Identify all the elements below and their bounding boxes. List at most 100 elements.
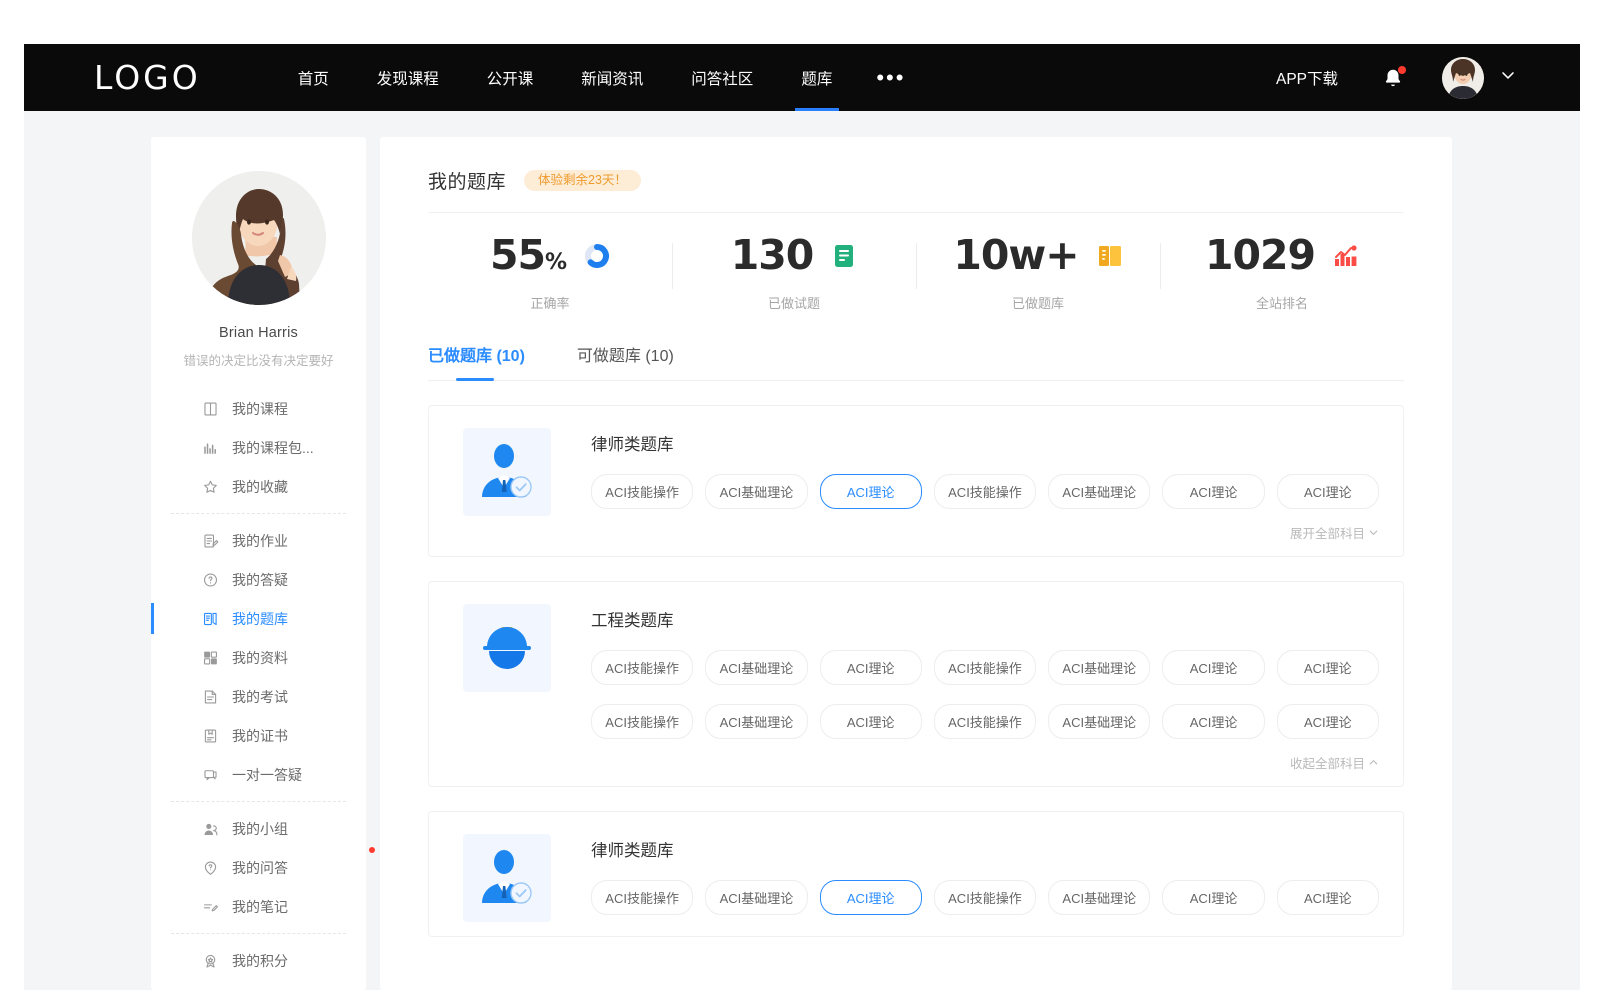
stat-number: 55 xyxy=(490,231,545,279)
card-body: 律师类题库ACI技能操作ACI基础理论ACI理论ACI技能操作ACI基础理论AC… xyxy=(591,834,1379,922)
card-thumbnail xyxy=(463,834,551,922)
question-bank-card[interactable]: 律师类题库ACI技能操作ACI基础理论ACI理论ACI技能操作ACI基础理论AC… xyxy=(428,811,1404,937)
exam-paper-icon xyxy=(202,688,219,706)
homework-icon xyxy=(202,532,219,549)
subject-tag[interactable]: ACI理论 xyxy=(1162,880,1264,915)
subject-tag[interactable]: ACI理论 xyxy=(1162,650,1264,685)
subject-tag[interactable]: ACI技能操作 xyxy=(591,704,693,739)
subject-tag[interactable]: ACI理论 xyxy=(1277,880,1379,915)
subject-tag[interactable]: ACI技能操作 xyxy=(934,704,1036,739)
yellow-book-icon xyxy=(1097,244,1123,268)
subject-tag[interactable]: ACI理论 xyxy=(1162,704,1264,739)
card-title: 律师类题库 xyxy=(591,837,1379,861)
question-circle-icon xyxy=(202,571,219,589)
sidebar-item-9[interactable]: 一对一答疑 xyxy=(151,755,366,794)
documents-icon xyxy=(202,649,219,667)
subject-tag[interactable]: ACI理论 xyxy=(820,650,922,685)
sidebar-item-label: 一对一答疑 xyxy=(232,765,302,785)
stat-value: 10w+ xyxy=(953,235,1078,276)
stat-label: 已做试题 xyxy=(768,293,820,312)
card-thumbnail xyxy=(463,604,551,692)
subject-tag[interactable]: ACI基础理论 xyxy=(1048,880,1150,915)
nav-item-1[interactable]: 发现课程 xyxy=(353,44,463,111)
nav-item-5[interactable]: 题库 xyxy=(777,44,856,111)
subject-tag[interactable]: ACI技能操作 xyxy=(591,650,693,685)
sidebar-item-4[interactable]: 我的答疑 xyxy=(151,560,366,599)
subject-tag[interactable]: ACI基础理论 xyxy=(705,704,807,739)
subject-tag[interactable]: ACI理论 xyxy=(1277,704,1379,739)
sidebar-item-1[interactable]: 我的课程包... xyxy=(151,428,366,467)
subject-tag[interactable]: ACI基础理论 xyxy=(1048,650,1150,685)
avatar[interactable] xyxy=(1442,57,1484,99)
sidebar-item-8[interactable]: 我的证书 xyxy=(151,716,366,755)
tab-1[interactable]: 可做题库 (10) xyxy=(577,342,674,380)
subject-tag[interactable]: ACI技能操作 xyxy=(934,880,1036,915)
app-download-link[interactable]: APP下载 xyxy=(1276,67,1338,89)
sidebar-item-7[interactable]: 我的考试 xyxy=(151,677,366,716)
top-navigation-bar: LOGO 首页发现课程公开课新闻资讯问答社区题库 ••• APP下载 xyxy=(24,44,1580,111)
stat-1: 130已做试题 xyxy=(672,235,916,312)
stats-row: 55%正确率130已做试题10w+已做题库1029全站排名 xyxy=(428,213,1404,324)
account-menu-chevron[interactable] xyxy=(1498,65,1518,90)
tab-0[interactable]: 已做题库 (10) xyxy=(428,342,525,380)
menu-divider xyxy=(171,513,346,514)
subject-tag[interactable]: ACI理论 xyxy=(1162,474,1264,509)
nav-item-4[interactable]: 问答社区 xyxy=(667,44,777,111)
tag-row: ACI技能操作 ACI基础理论 ACI理论 ACI技能操作 ACI基础理论 ACI理论 AC… xyxy=(591,650,1379,685)
nav-more-icon[interactable]: ••• xyxy=(856,44,925,111)
trial-status-badge: 体验剩余23天！ xyxy=(524,170,641,192)
question-bank-card[interactable]: 律师类题库ACI技能操作ACI基础理论ACI理论ACI技能操作ACI基础理论AC… xyxy=(428,405,1404,557)
stat-icon xyxy=(831,243,857,269)
topbar-right-group: APP下载 xyxy=(1276,57,1518,99)
sidebar-item-11[interactable]: 我的问答 xyxy=(151,848,366,887)
subject-tag[interactable]: ACI理论 xyxy=(1277,474,1379,509)
subject-tag[interactable]: ACI基础理论 xyxy=(705,650,807,685)
sidebar-item-2[interactable]: 我的收藏 xyxy=(151,467,366,506)
sidebar-item-13[interactable]: 我的积分 xyxy=(151,941,366,980)
expand-subjects-button[interactable]: 收起全部科目 xyxy=(591,753,1379,772)
site-logo[interactable]: LOGO xyxy=(94,61,201,94)
subject-tag[interactable]: ACI技能操作 xyxy=(934,474,1036,509)
subject-tag[interactable]: ACI技能操作 xyxy=(591,880,693,915)
sidebar-item-3[interactable]: 我的作业 xyxy=(151,521,366,560)
star-icon xyxy=(202,478,219,496)
nav-item-2[interactable]: 公开课 xyxy=(463,44,558,111)
subject-tag[interactable]: ACI技能操作 xyxy=(591,474,693,509)
subject-tag[interactable]: ACI理论 xyxy=(1277,650,1379,685)
subject-tag[interactable]: ACI理论 xyxy=(820,474,922,509)
stat-value-row: 1029 xyxy=(1205,235,1359,276)
question-bank-icon xyxy=(202,610,219,627)
subject-tag[interactable]: ACI基础理论 xyxy=(1048,474,1150,509)
expand-subjects-button[interactable]: 展开全部科目 xyxy=(591,523,1379,542)
main-nav: 首页发现课程公开课新闻资讯问答社区题库 xyxy=(274,44,857,111)
notifications-button[interactable] xyxy=(1382,66,1404,90)
nav-item-3[interactable]: 新闻资讯 xyxy=(557,44,667,111)
sidebar-item-label: 我的课程包... xyxy=(232,438,314,458)
sidebar-item-6[interactable]: 我的资料 xyxy=(151,638,366,677)
subject-tag[interactable]: ACI基础理论 xyxy=(705,474,807,509)
subject-tag[interactable]: ACI基础理论 xyxy=(705,880,807,915)
sidebar-item-12[interactable]: 我的笔记 xyxy=(151,887,366,926)
sidebar-profile-photo[interactable] xyxy=(192,171,326,305)
lawyer-avatar-icon xyxy=(474,845,540,911)
subject-tag[interactable]: ACI技能操作 xyxy=(934,650,1036,685)
stat-value: 1029 xyxy=(1205,235,1315,276)
menu-divider xyxy=(171,933,346,934)
card-title: 工程类题库 xyxy=(591,607,1379,631)
sidebar-item-5[interactable]: 我的题库 xyxy=(151,599,366,638)
subject-tag[interactable]: ACI基础理论 xyxy=(1048,704,1150,739)
sidebar-item-0[interactable]: 我的课程 xyxy=(151,389,366,428)
question-bank-card[interactable]: 工程类题库ACI技能操作ACI基础理论ACI理论ACI技能操作ACI基础理论AC… xyxy=(428,581,1404,787)
stat-value-row: 55% xyxy=(490,235,610,276)
stat-suffix: % xyxy=(545,250,566,275)
sidebar-item-label: 我的考试 xyxy=(232,687,288,707)
sidebar-item-label: 我的小组 xyxy=(232,819,288,839)
nav-item-0[interactable]: 首页 xyxy=(274,44,353,111)
medal-icon xyxy=(202,952,219,970)
subject-tag[interactable]: ACI理论 xyxy=(820,704,922,739)
tag-row: ACI技能操作 ACI基础理论 ACI理论 ACI技能操作 ACI基础理论 ACI理论 AC… xyxy=(591,880,1379,915)
tag-row: ACI技能操作 ACI基础理论 ACI理论 ACI技能操作 ACI基础理论 ACI理论 AC… xyxy=(591,704,1379,739)
subject-tag[interactable]: ACI理论 xyxy=(820,880,922,915)
lawyer-avatar-icon xyxy=(474,439,540,505)
sidebar-item-10[interactable]: 我的小组 xyxy=(151,809,366,848)
